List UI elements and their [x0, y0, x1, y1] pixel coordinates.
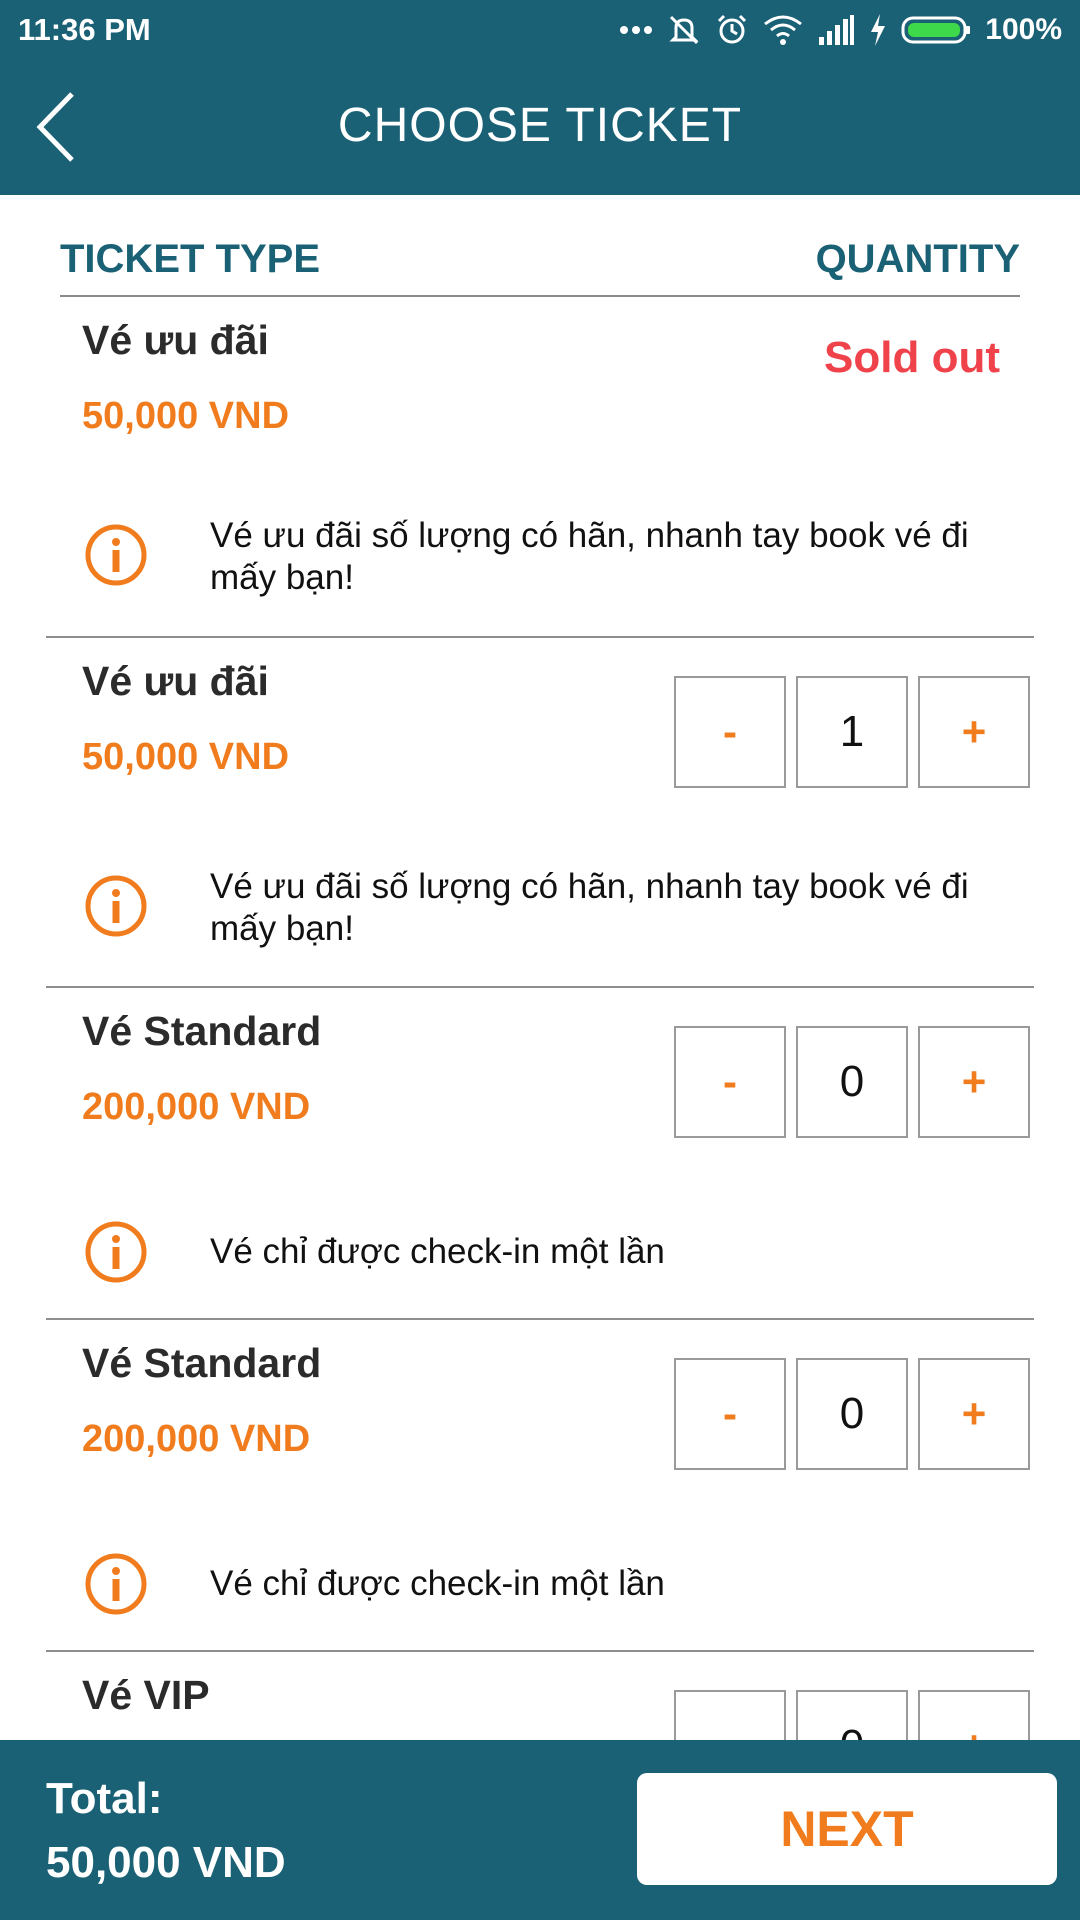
increase-button[interactable]: +: [918, 1358, 1030, 1470]
app-bar: CHOOSE TICKET: [0, 60, 1080, 195]
total-amount: 50,000 VND: [46, 1838, 286, 1887]
quantity-value: 0: [796, 1026, 908, 1138]
ticket-price: 200,000 VND: [82, 1086, 311, 1128]
ticket-item: Vé ưu đãi 50,000 VND - 1 + Vé ưu đãi số …: [46, 638, 1034, 988]
wifi-icon: [764, 15, 803, 45]
sold-out-label: Sold out: [824, 333, 1000, 382]
increase-button[interactable]: +: [918, 676, 1030, 788]
alarm-icon: [718, 14, 747, 44]
decrease-button[interactable]: -: [674, 1026, 786, 1138]
quantity-value: 1: [796, 676, 908, 788]
signal-icon: [819, 15, 855, 45]
more-dots-icon: [620, 26, 653, 34]
silent-icon: [669, 15, 699, 45]
increase-button[interactable]: +: [918, 1026, 1030, 1138]
ticket-info-text: Vé chỉ được check-in một lần: [210, 1232, 665, 1271]
status-bar: 11:36 PM 100%: [0, 0, 1080, 60]
page-title: CHOOSE TICKET: [337, 99, 743, 152]
ticket-item: Vé ưu đãi 50,000 VND Sold out Vé ưu đãi …: [46, 297, 1034, 638]
ticket-info-text: Vé ưu đãi số lượng có hãn, nhanh tay boo…: [210, 867, 969, 948]
ticket-item: Vé Standard 200,000 VND - 0 + Vé chỉ đượ…: [46, 1320, 1034, 1652]
info-icon: [85, 1221, 147, 1283]
ticket-name: Vé Standard: [82, 1340, 322, 1386]
battery-percent: 100%: [985, 13, 1062, 46]
status-icons: 100%: [619, 10, 1062, 50]
battery-icon: [901, 16, 971, 44]
total-label: Total:: [46, 1774, 163, 1823]
quantity-stepper: - 0 +: [674, 1358, 1030, 1470]
quantity-stepper: - 0 +: [674, 1026, 1030, 1138]
quantity-value: 0: [796, 1358, 908, 1470]
ticket-price: 50,000 VND: [82, 736, 290, 778]
ticket-item: Vé Standard 200,000 VND - 0 + Vé chỉ đượ…: [46, 988, 1034, 1320]
ticket-info-text: Vé ưu đãi số lượng có hãn, nhanh tay boo…: [210, 516, 969, 597]
info-icon: [85, 875, 147, 937]
decrease-button[interactable]: -: [674, 676, 786, 788]
status-time: 11:36 PM: [18, 12, 151, 47]
next-button[interactable]: NEXT: [637, 1773, 1057, 1885]
list-header: TICKET TYPE QUANTITY: [60, 195, 1020, 297]
charging-icon: [871, 14, 886, 46]
quantity-stepper: - 1 +: [674, 676, 1030, 788]
info-icon: [85, 524, 147, 586]
bottom-bar: Total: 50,000 VND NEXT: [0, 1740, 1080, 1920]
ticket-info-text: Vé chỉ được check-in một lần: [210, 1564, 665, 1603]
ticket-name: Vé ưu đãi: [82, 658, 269, 704]
ticket-price: 50,000 VND: [82, 395, 290, 437]
ticket-name: Vé Standard: [82, 1008, 322, 1054]
ticket-price: 200,000 VND: [82, 1418, 311, 1460]
info-icon: [85, 1553, 147, 1615]
ticket-name: Vé VIP: [82, 1672, 210, 1718]
quantity-header: QUANTITY: [815, 237, 1020, 281]
ticket-type-header: TICKET TYPE: [60, 237, 321, 281]
ticket-name: Vé ưu đãi: [82, 317, 269, 363]
decrease-button[interactable]: -: [674, 1358, 786, 1470]
